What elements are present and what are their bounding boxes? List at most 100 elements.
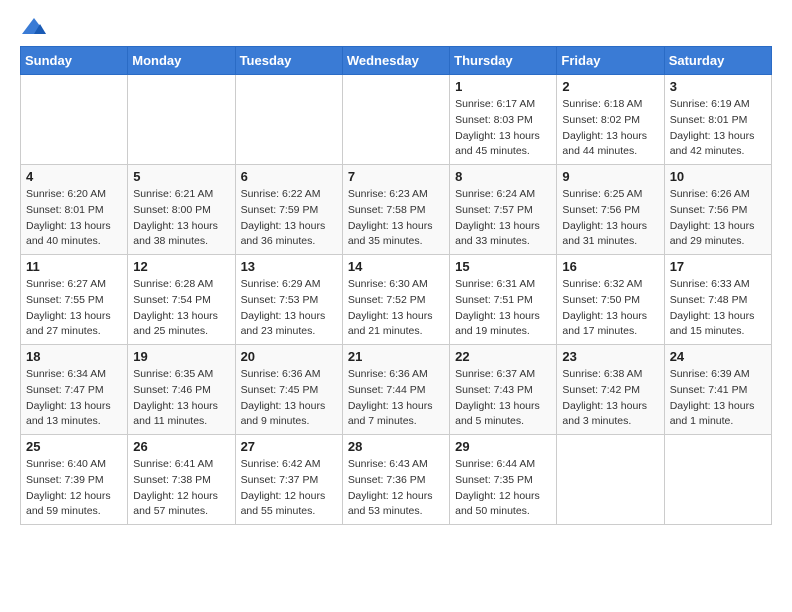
calendar-cell: 6 Sunrise: 6:22 AMSunset: 7:59 PMDaylight…: [235, 165, 342, 255]
calendar-cell: 7Sunrise: 6:23 AMSunset: 7:58 PMDaylight…: [342, 165, 449, 255]
day-number: 23: [562, 349, 658, 364]
calendar-cell: 27 Sunrise: 6:42 AMSunset: 7:37 PMDayligh…: [235, 435, 342, 525]
day-info: Sunrise: 6:31 AMSunset: 7:51 PMDaylight:…: [455, 277, 551, 340]
day-number: 28: [348, 439, 444, 454]
day-info: Sunrise: 6:44 AMSunset: 7:35 PMDaylight:…: [455, 457, 551, 520]
weekday-header: Wednesday: [342, 47, 449, 75]
day-number: 24: [670, 349, 766, 364]
day-info: Sunrise: 6:26 AMSunset: 7:56 PMDaylight:…: [670, 187, 766, 250]
day-info: Sunrise: 6:37 AMSunset: 7:43 PMDaylight:…: [455, 367, 551, 430]
calendar-cell: 2Sunrise: 6:18 AMSunset: 8:02 PMDaylight…: [557, 75, 664, 165]
day-info: Sunrise: 6:33 AMSunset: 7:48 PMDaylight:…: [670, 277, 766, 340]
day-info: Sunrise: 6:17 AMSunset: 8:03 PMDaylight:…: [455, 97, 551, 160]
calendar-week-row: 18 Sunrise: 6:34 AMSunset: 7:47 PMDayligh…: [21, 345, 772, 435]
calendar-cell: 26Sunrise: 6:41 AMSunset: 7:38 PMDayligh…: [128, 435, 235, 525]
day-info: Sunrise: 6:32 AMSunset: 7:50 PMDaylight:…: [562, 277, 658, 340]
day-number: 11: [26, 259, 122, 274]
calendar-cell: 1 Sunrise: 6:17 AMSunset: 8:03 PMDaylight…: [450, 75, 557, 165]
day-info: Sunrise: 6:38 AMSunset: 7:42 PMDaylight:…: [562, 367, 658, 430]
day-number: 16: [562, 259, 658, 274]
calendar-cell: [342, 75, 449, 165]
day-number: 6: [241, 169, 337, 184]
day-number: 29: [455, 439, 551, 454]
day-number: 13: [241, 259, 337, 274]
calendar-cell: [128, 75, 235, 165]
calendar-cell: 11 Sunrise: 6:27 AMSunset: 7:55 PMDayligh…: [21, 255, 128, 345]
calendar-cell: 15 Sunrise: 6:31 AMSunset: 7:51 PMDayligh…: [450, 255, 557, 345]
day-number: 26: [133, 439, 229, 454]
day-number: 9: [562, 169, 658, 184]
logo-icon: [20, 16, 48, 38]
day-number: 17: [670, 259, 766, 274]
logo: [20, 16, 52, 38]
weekday-header: Thursday: [450, 47, 557, 75]
day-info: Sunrise: 6:30 AMSunset: 7:52 PMDaylight:…: [348, 277, 444, 340]
day-info: Sunrise: 6:34 AMSunset: 7:47 PMDaylight:…: [26, 367, 122, 430]
calendar-cell: 12 Sunrise: 6:28 AMSunset: 7:54 PMDayligh…: [128, 255, 235, 345]
calendar-cell: 16 Sunrise: 6:32 AMSunset: 7:50 PMDayligh…: [557, 255, 664, 345]
day-number: 20: [241, 349, 337, 364]
day-number: 18: [26, 349, 122, 364]
day-info: Sunrise: 6:21 AMSunset: 8:00 PMDaylight:…: [133, 187, 229, 250]
day-info: Sunrise: 6:36 AMSunset: 7:45 PMDaylight:…: [241, 367, 337, 430]
calendar-cell: 5 Sunrise: 6:21 AMSunset: 8:00 PMDaylight…: [128, 165, 235, 255]
calendar-cell: 3 Sunrise: 6:19 AMSunset: 8:01 PMDaylight…: [664, 75, 771, 165]
calendar-table: SundayMondayTuesdayWednesdayThursdayFrid…: [20, 46, 772, 525]
calendar-cell: 10 Sunrise: 6:26 AMSunset: 7:56 PMDayligh…: [664, 165, 771, 255]
calendar-cell: 8Sunrise: 6:24 AMSunset: 7:57 PMDaylight…: [450, 165, 557, 255]
calendar-week-row: 1 Sunrise: 6:17 AMSunset: 8:03 PMDaylight…: [21, 75, 772, 165]
calendar-cell: 9 Sunrise: 6:25 AMSunset: 7:56 PMDaylight…: [557, 165, 664, 255]
day-number: 27: [241, 439, 337, 454]
day-info: Sunrise: 6:29 AMSunset: 7:53 PMDaylight:…: [241, 277, 337, 340]
calendar-week-row: 4Sunrise: 6:20 AMSunset: 8:01 PMDaylight…: [21, 165, 772, 255]
calendar-week-row: 25 Sunrise: 6:40 AMSunset: 7:39 PMDayligh…: [21, 435, 772, 525]
day-number: 1: [455, 79, 551, 94]
day-number: 14: [348, 259, 444, 274]
day-info: Sunrise: 6:42 AMSunset: 7:37 PMDaylight:…: [241, 457, 337, 520]
calendar-cell: 25 Sunrise: 6:40 AMSunset: 7:39 PMDayligh…: [21, 435, 128, 525]
calendar-week-row: 11 Sunrise: 6:27 AMSunset: 7:55 PMDayligh…: [21, 255, 772, 345]
day-info: Sunrise: 6:25 AMSunset: 7:56 PMDaylight:…: [562, 187, 658, 250]
calendar-cell: 18 Sunrise: 6:34 AMSunset: 7:47 PMDayligh…: [21, 345, 128, 435]
calendar-cell: [664, 435, 771, 525]
day-number: 8: [455, 169, 551, 184]
day-info: Sunrise: 6:23 AMSunset: 7:58 PMDaylight:…: [348, 187, 444, 250]
day-info: Sunrise: 6:20 AMSunset: 8:01 PMDaylight:…: [26, 187, 122, 250]
weekday-header: Sunday: [21, 47, 128, 75]
calendar-cell: [21, 75, 128, 165]
day-info: Sunrise: 6:40 AMSunset: 7:39 PMDaylight:…: [26, 457, 122, 520]
day-info: Sunrise: 6:35 AMSunset: 7:46 PMDaylight:…: [133, 367, 229, 430]
day-number: 10: [670, 169, 766, 184]
day-number: 22: [455, 349, 551, 364]
calendar-cell: 28 Sunrise: 6:43 AMSunset: 7:36 PMDayligh…: [342, 435, 449, 525]
day-info: Sunrise: 6:36 AMSunset: 7:44 PMDaylight:…: [348, 367, 444, 430]
day-info: Sunrise: 6:22 AMSunset: 7:59 PMDaylight:…: [241, 187, 337, 250]
page-header: [20, 16, 772, 38]
weekday-header: Friday: [557, 47, 664, 75]
calendar-cell: 29 Sunrise: 6:44 AMSunset: 7:35 PMDayligh…: [450, 435, 557, 525]
day-info: Sunrise: 6:39 AMSunset: 7:41 PMDaylight:…: [670, 367, 766, 430]
day-info: Sunrise: 6:18 AMSunset: 8:02 PMDaylight:…: [562, 97, 658, 160]
calendar-cell: 17 Sunrise: 6:33 AMSunset: 7:48 PMDayligh…: [664, 255, 771, 345]
day-info: Sunrise: 6:28 AMSunset: 7:54 PMDaylight:…: [133, 277, 229, 340]
calendar-cell: 4Sunrise: 6:20 AMSunset: 8:01 PMDaylight…: [21, 165, 128, 255]
day-number: 15: [455, 259, 551, 274]
weekday-header: Tuesday: [235, 47, 342, 75]
day-number: 19: [133, 349, 229, 364]
calendar-cell: 23 Sunrise: 6:38 AMSunset: 7:42 PMDayligh…: [557, 345, 664, 435]
day-number: 21: [348, 349, 444, 364]
day-number: 5: [133, 169, 229, 184]
calendar-cell: 19 Sunrise: 6:35 AMSunset: 7:46 PMDayligh…: [128, 345, 235, 435]
weekday-header: Saturday: [664, 47, 771, 75]
day-info: Sunrise: 6:27 AMSunset: 7:55 PMDaylight:…: [26, 277, 122, 340]
calendar-cell: 21 Sunrise: 6:36 AMSunset: 7:44 PMDayligh…: [342, 345, 449, 435]
calendar-cell: 20 Sunrise: 6:36 AMSunset: 7:45 PMDayligh…: [235, 345, 342, 435]
day-number: 25: [26, 439, 122, 454]
day-number: 12: [133, 259, 229, 274]
day-info: Sunrise: 6:19 AMSunset: 8:01 PMDaylight:…: [670, 97, 766, 160]
day-info: Sunrise: 6:43 AMSunset: 7:36 PMDaylight:…: [348, 457, 444, 520]
day-number: 3: [670, 79, 766, 94]
calendar-cell: 22 Sunrise: 6:37 AMSunset: 7:43 PMDayligh…: [450, 345, 557, 435]
calendar-cell: 13 Sunrise: 6:29 AMSunset: 7:53 PMDayligh…: [235, 255, 342, 345]
calendar-cell: [235, 75, 342, 165]
